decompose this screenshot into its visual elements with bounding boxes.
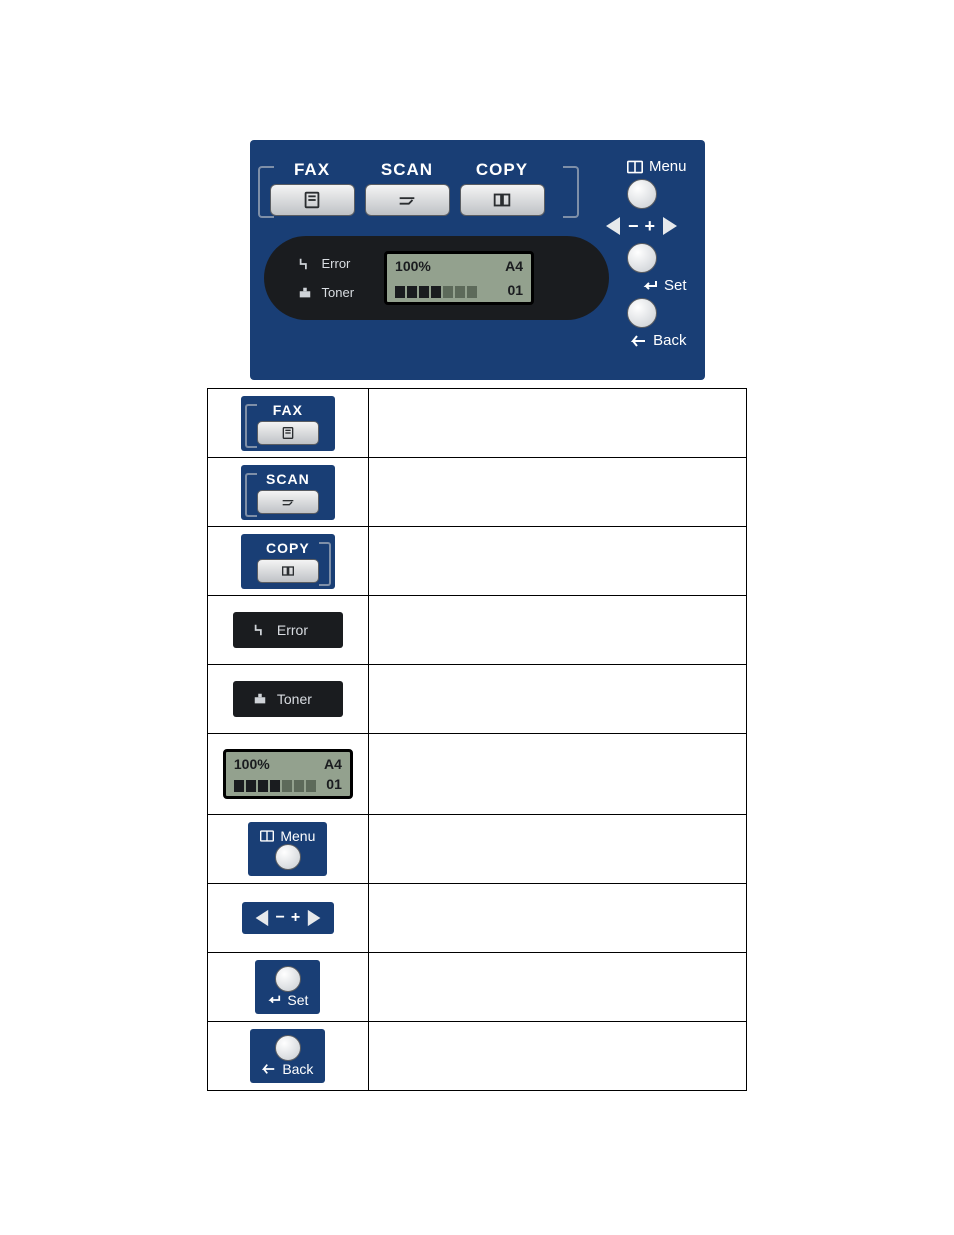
error-icon [298, 257, 312, 271]
mode-scan: SCAN [365, 160, 450, 216]
toner-icon [298, 286, 312, 300]
legend-scan-chip: SCAN [241, 465, 335, 520]
legend-lcd-zoom: 100% [234, 756, 270, 772]
legend-lcd-copies: 01 [326, 776, 342, 792]
toner-icon [253, 692, 267, 706]
nav-cluster: Menu − + Set Back [597, 158, 687, 349]
lcd-zoom: 100% [395, 258, 431, 274]
legend-toner-chip: Toner [233, 681, 343, 717]
legend-menu-desc [368, 815, 746, 884]
back-label-row: Back [597, 332, 687, 349]
set-label: Set [664, 277, 687, 294]
legend-error-chip: Error [233, 612, 343, 648]
left-right-row: − + [597, 215, 687, 237]
enter-icon [267, 993, 281, 1007]
fax-icon [280, 425, 296, 441]
legend-plus-label: + [291, 909, 300, 927]
lcd-display: 100% A4 01 [384, 251, 534, 305]
legend-toner-desc [368, 665, 746, 734]
table-row: Menu [208, 815, 747, 884]
mode-fax: FAX [270, 160, 355, 216]
table-row: 100% A4 01 [208, 734, 747, 815]
table-row: Error [208, 596, 747, 665]
scan-icon [396, 189, 418, 211]
legend-table: FAX SCAN COPY [207, 388, 747, 1091]
menu-label: Menu [649, 158, 687, 175]
legend-toner-label: Toner [277, 691, 312, 707]
error-indicator: Error [298, 256, 355, 271]
legend-menu-chip: Menu [248, 822, 327, 876]
legend-back-button [275, 1035, 301, 1061]
table-row: COPY [208, 527, 747, 596]
legend-lcd-chip: 100% A4 01 [223, 749, 353, 799]
legend-fax-chip: FAX [241, 396, 335, 451]
legend-fax-desc [368, 389, 746, 458]
legend-set-button [275, 966, 301, 992]
scan-button[interactable] [365, 184, 450, 216]
table-row: FAX [208, 389, 747, 458]
legend-back-chip: Back [250, 1029, 325, 1083]
scan-icon [280, 494, 296, 510]
status-area: Error Toner 100% A4 [264, 236, 609, 320]
table-row: Toner [208, 665, 747, 734]
error-label: Error [322, 256, 351, 271]
menu-button[interactable] [627, 179, 657, 209]
copy-button[interactable] [460, 184, 545, 216]
table-row: Set [208, 953, 747, 1022]
right-arrow-icon [306, 908, 324, 928]
legend-error-label: Error [277, 622, 308, 638]
enter-icon [642, 279, 658, 293]
right-arrow-button[interactable] [661, 215, 681, 237]
left-arrow-icon [252, 908, 270, 928]
legend-error-desc [368, 596, 746, 665]
lcd-bars [395, 286, 477, 298]
toner-label: Toner [322, 285, 355, 300]
set-label-row: Set [597, 277, 687, 294]
legend-copy-desc [368, 527, 746, 596]
mode-copy: COPY [460, 160, 545, 216]
toner-indicator: Toner [298, 285, 355, 300]
legend-set-desc [368, 953, 746, 1022]
table-row: Back [208, 1022, 747, 1091]
plus-label: + [645, 216, 656, 237]
legend-scan-desc [368, 458, 746, 527]
legend-lcd-desc [368, 734, 746, 815]
legend-minus-label: − [276, 909, 285, 927]
mode-copy-label: COPY [460, 160, 545, 180]
lcd-copies: 01 [507, 282, 523, 298]
copy-icon [280, 563, 296, 579]
table-row: − + [208, 884, 747, 953]
legend-set-chip: Set [255, 960, 320, 1014]
legend-menu-button [275, 844, 301, 870]
mode-scan-label: SCAN [365, 160, 450, 180]
mode-fax-label: FAX [270, 160, 355, 180]
table-row: SCAN [208, 458, 747, 527]
fax-icon [301, 189, 323, 211]
legend-lr-chip: − + [242, 902, 335, 934]
back-icon [631, 334, 647, 348]
back-icon [262, 1062, 276, 1076]
lcd-paper: A4 [505, 258, 523, 274]
legend-back-desc [368, 1022, 746, 1091]
legend-lr-desc [368, 884, 746, 953]
legend-lcd-bars [234, 780, 316, 792]
set-button[interactable] [627, 243, 657, 273]
fax-button[interactable] [270, 184, 355, 216]
menu-label-row: Menu [597, 158, 687, 175]
error-icon [253, 623, 267, 637]
control-panel: FAX SCAN COPY [250, 140, 705, 380]
legend-lcd-paper: A4 [324, 756, 342, 772]
legend-back-label: Back [282, 1061, 313, 1077]
menu-icon [627, 160, 643, 174]
left-arrow-button[interactable] [602, 215, 622, 237]
copy-icon [491, 189, 513, 211]
menu-icon [260, 829, 274, 843]
minus-label: − [628, 216, 639, 237]
back-button[interactable] [627, 298, 657, 328]
legend-menu-label: Menu [280, 828, 315, 844]
legend-set-label: Set [287, 992, 308, 1008]
back-label: Back [653, 332, 686, 349]
legend-copy-chip: COPY [241, 534, 335, 589]
bracket-right [563, 166, 579, 218]
